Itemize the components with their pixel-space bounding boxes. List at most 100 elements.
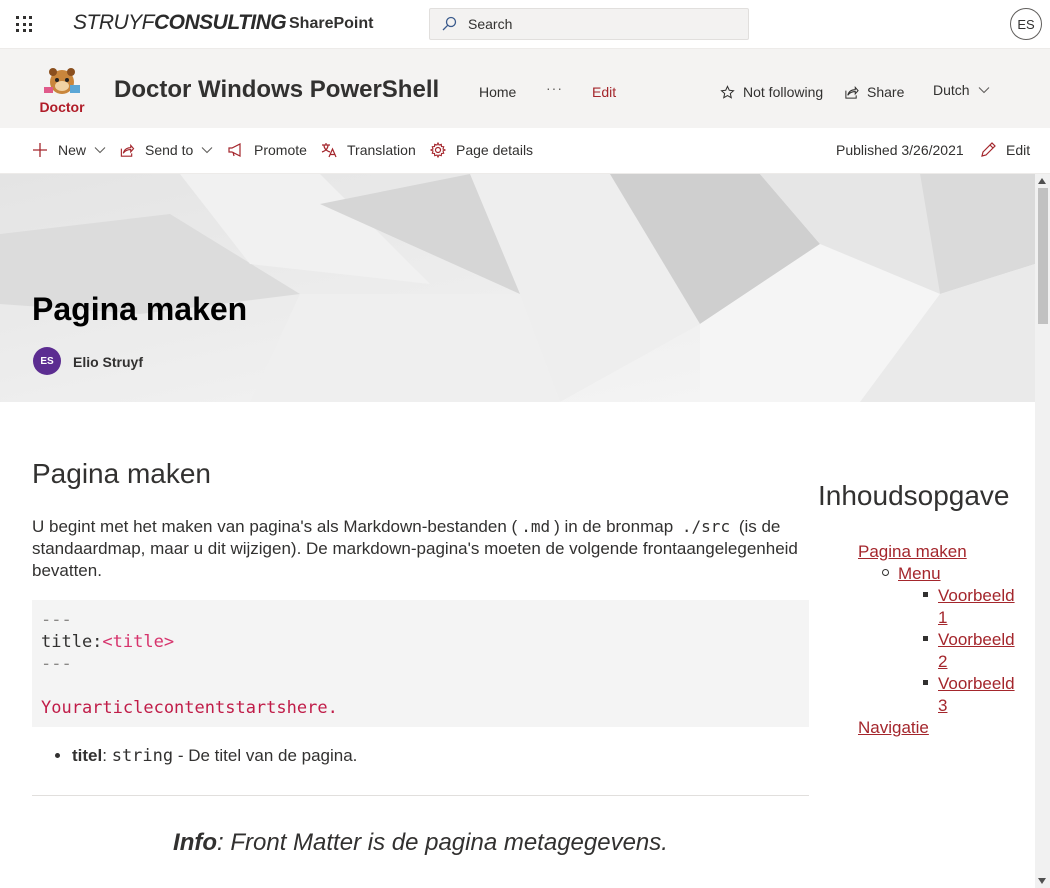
toc-title: Inhoudsopgave — [818, 480, 1010, 511]
chevron-down-icon — [201, 146, 213, 154]
bullet-circle-icon — [882, 569, 889, 576]
company-logo[interactable]: STRUYF CONSULTING — [73, 11, 287, 35]
edit-label: Edit — [1006, 142, 1031, 158]
published-label: Published 3/26/2021 — [836, 142, 964, 158]
nav-home-link[interactable]: Home — [479, 84, 516, 100]
field-separator: : — [102, 746, 107, 765]
page-details-button[interactable]: Page details — [430, 142, 533, 158]
edit-page-button[interactable]: Edit — [980, 142, 1030, 158]
megaphone-icon — [228, 143, 244, 157]
plus-icon — [32, 142, 48, 158]
scroll-down-arrow-icon[interactable] — [1038, 878, 1046, 884]
scrollbar-thumb[interactable] — [1038, 188, 1048, 324]
logo-part-2: CONSULTING — [154, 11, 287, 34]
gear-icon — [430, 142, 446, 158]
code-line: --- — [41, 610, 72, 630]
toc-link-text: Voorbeeld — [938, 630, 1015, 649]
info-text: : Front Matter is de pagina metagegevens… — [217, 829, 668, 856]
toc-link-text: 3 — [938, 696, 948, 715]
toc-link-text: Voorbeeld — [938, 674, 1015, 693]
translate-icon — [321, 142, 337, 158]
suite-bar: STRUYF CONSULTING SharePoint Search ES — [0, 0, 1050, 48]
code-value: <title> — [102, 632, 175, 652]
toc-item: Voorbeeld 1 — [938, 585, 1018, 629]
search-box[interactable]: Search — [429, 8, 749, 40]
toc-link-menu[interactable]: Menu — [898, 564, 941, 583]
toc-link-voorbeeld-1[interactable]: Voorbeeld 1 — [938, 586, 1015, 627]
share-icon — [119, 143, 135, 158]
share-icon — [844, 85, 859, 100]
info-callout: Info: Front Matter is de pagina metagege… — [32, 829, 809, 857]
bullet-square-icon — [923, 636, 928, 641]
table-of-contents: Inhoudsopgave Pagina maken Menu Voorbeel… — [818, 480, 1028, 737]
field-description: - De titel van de pagina. — [173, 746, 358, 765]
code-block: --- title:<title> --- Yourarticlecontent… — [32, 600, 809, 727]
intro-paragraph: U begint met het maken van pagina's als … — [32, 516, 809, 582]
logo-part-1: STRUYF — [73, 11, 155, 34]
inline-code-src: ./src — [681, 517, 731, 536]
chevron-down-icon — [978, 86, 990, 94]
share-button[interactable]: Share — [844, 84, 904, 100]
promote-label: Promote — [254, 142, 307, 158]
search-input[interactable]: Search — [468, 16, 512, 32]
hero-banner: Pagina maken ES Elio Struyf — [0, 174, 1035, 402]
toc-item: Voorbeeld 2 — [938, 629, 1018, 673]
follow-label: Not following — [743, 84, 824, 100]
user-avatar[interactable]: ES — [1010, 8, 1042, 40]
toc-item: Pagina maken — [858, 541, 967, 563]
inline-code-md: .md — [521, 517, 551, 536]
promote-button[interactable]: Promote — [228, 142, 307, 158]
site-logo[interactable]: Doctor — [32, 65, 92, 115]
search-icon — [430, 9, 468, 39]
scroll-up-arrow-icon[interactable] — [1038, 178, 1046, 184]
new-button[interactable]: New — [32, 142, 106, 158]
translation-button[interactable]: Translation — [321, 142, 416, 158]
info-label: Info — [173, 829, 218, 856]
send-to-label: Send to — [145, 142, 194, 158]
toc-link-pagina-maken[interactable]: Pagina maken — [858, 542, 967, 561]
divider — [32, 795, 809, 796]
new-label: New — [58, 142, 87, 158]
list-item: titel: string - De titel van de pagina. — [72, 745, 357, 767]
field-name: titel — [72, 746, 103, 765]
site-logo-text: Doctor — [39, 99, 85, 115]
published-status: Published 3/26/2021 — [836, 142, 964, 158]
toc-link-navigatie[interactable]: Navigatie — [858, 718, 929, 737]
site-header: Doctor Doctor Windows PowerShell Home ··… — [0, 48, 1050, 128]
page-scrollbar[interactable] — [1035, 174, 1050, 888]
toc-link-text: Voorbeeld — [938, 586, 1015, 605]
toc-link-voorbeeld-3[interactable]: Voorbeeld 3 — [938, 674, 1015, 715]
hero-background-image — [0, 174, 1035, 402]
code-key: title: — [41, 632, 103, 652]
nav-edit-link[interactable]: Edit — [592, 84, 616, 100]
command-bar: New Send to Promote Translation Page det… — [0, 128, 1050, 174]
app-name-link[interactable]: SharePoint — [289, 15, 373, 33]
app-launcher-icon[interactable] — [16, 16, 32, 32]
bullet-square-icon — [923, 592, 928, 597]
star-icon — [720, 84, 735, 100]
bullet-square-icon — [923, 680, 928, 685]
follow-button[interactable]: Not following — [720, 84, 823, 100]
intro-text-1: U begint met het maken van pagina's als … — [32, 517, 518, 536]
author-name[interactable]: Elio Struyf — [73, 354, 143, 370]
nav-more-button[interactable]: ··· — [546, 80, 563, 96]
author-avatar[interactable]: ES — [33, 347, 61, 375]
share-label: Share — [867, 84, 905, 100]
toc-item: Menu — [898, 563, 941, 585]
language-selector[interactable]: Dutch — [933, 82, 990, 98]
code-line: Yourarticlecontentstartshere. — [41, 698, 338, 718]
code-line: title:<title> — [41, 631, 800, 653]
site-title[interactable]: Doctor Windows PowerShell — [114, 76, 439, 104]
language-label: Dutch — [933, 82, 970, 98]
send-to-button[interactable]: Send to — [119, 142, 213, 158]
field-type: string — [111, 746, 174, 766]
page-title: Pagina maken — [32, 291, 248, 327]
translation-label: Translation — [347, 142, 416, 158]
toc-item: Voorbeeld 3 — [938, 673, 1018, 717]
toc-item: Navigatie — [858, 717, 929, 739]
toc-link-voorbeeld-2[interactable]: Voorbeeld 2 — [938, 630, 1015, 671]
field-list: titel: string - De titel van de pagina. — [72, 745, 357, 767]
code-line: --- — [41, 654, 72, 674]
section-heading: Pagina maken — [32, 458, 212, 489]
